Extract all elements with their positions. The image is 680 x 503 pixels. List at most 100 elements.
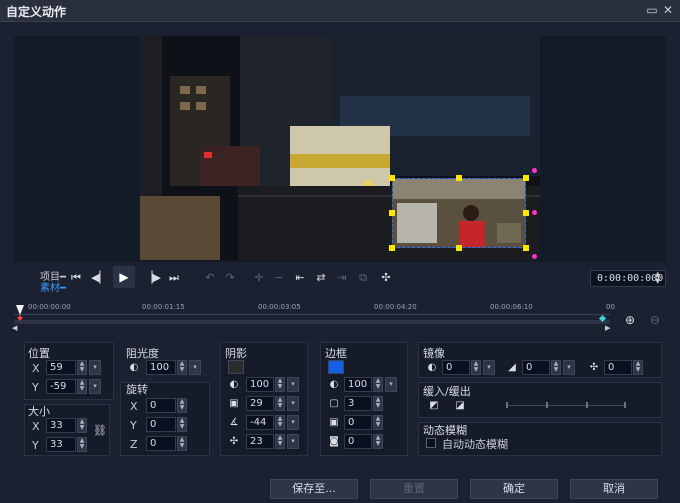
copy-keyframe-icon[interactable]: ⧉ [355, 270, 371, 286]
corner-point-tr[interactable] [532, 168, 537, 173]
border-value-2-input[interactable]: 0 [344, 434, 372, 449]
link-icon[interactable]: ⛓ [93, 424, 107, 437]
rotation-z-stepper[interactable]: ▲ ▼ [177, 436, 187, 451]
shadow-angle-dropdown[interactable]: ▾ [287, 415, 299, 430]
rotation-z-input[interactable]: 0 [146, 436, 176, 451]
move-keyframe-icon[interactable]: ✣ [378, 270, 394, 286]
mode-clip[interactable]: 素材━ [40, 279, 66, 294]
position-y-dropdown[interactable]: ▾ [89, 379, 101, 394]
ease-in-icon[interactable]: ◩ [428, 400, 440, 412]
ease-slider[interactable] [506, 405, 626, 406]
border-value-1-input[interactable]: 0 [344, 415, 372, 430]
resize-handle-b[interactable] [456, 245, 462, 251]
next-keyframe-icon[interactable]: ⇥ [334, 270, 350, 286]
opacity-stepper[interactable]: ▲ ▼ [177, 360, 187, 375]
position-x-input[interactable]: 59 [46, 360, 76, 375]
reverse-keyframes-icon[interactable]: ⇄ [313, 270, 329, 286]
shadow-blur-stepper[interactable]: ▲ ▼ [275, 396, 285, 411]
mirror-value-1-stepper[interactable]: ▲ ▼ [471, 360, 481, 375]
size-y-stepper[interactable]: ▲ ▼ [77, 437, 87, 452]
border-opacity-input[interactable]: 100 [344, 377, 372, 392]
reset-button[interactable]: 重置 [370, 479, 458, 499]
corner-point-r[interactable] [532, 210, 537, 215]
border-value-1-stepper[interactable]: ▲ ▼ [373, 415, 383, 430]
size-x-stepper[interactable]: ▲ ▼ [77, 418, 87, 433]
rotation-x-input[interactable]: 0 [146, 398, 176, 413]
zoom-in-icon[interactable]: ⊕ [625, 313, 635, 327]
resize-handle-tr[interactable] [523, 175, 529, 181]
opacity-input[interactable]: 100 [146, 360, 176, 375]
overlay-clip[interactable] [392, 178, 526, 248]
close-icon[interactable]: ✕ [661, 3, 675, 17]
cancel-button[interactable]: 取消 [570, 479, 658, 499]
border-width-icon: ▢ [329, 398, 339, 409]
resize-handle-bl[interactable] [389, 245, 395, 251]
ease-out-icon[interactable]: ◪ [454, 400, 466, 412]
previous-keyframe-icon[interactable]: ⇤ [292, 270, 308, 286]
opacity-icon: ◐ [129, 362, 139, 373]
size-x-input[interactable]: 33 [46, 418, 76, 433]
shadow-color-swatch[interactable] [228, 360, 244, 374]
add-keyframe-icon[interactable]: ✛ [251, 270, 267, 286]
position-x-dropdown[interactable]: ▾ [89, 360, 101, 375]
scroll-right-icon[interactable]: ▶ [605, 324, 610, 332]
border-opacity-stepper[interactable]: ▲ ▼ [373, 377, 383, 392]
resize-handle-br[interactable] [523, 245, 529, 251]
resize-handle-r[interactable] [523, 210, 529, 216]
mirror-value-1-input[interactable]: 0 [442, 360, 470, 375]
shadow-distance-dropdown[interactable]: ▾ [287, 434, 299, 449]
restore-icon[interactable]: ▭ [645, 3, 659, 17]
timecode-stepper[interactable]: ▲ ▼ [655, 271, 660, 285]
resize-handle-t[interactable] [456, 175, 462, 181]
ok-button[interactable]: 确定 [470, 479, 558, 499]
rotation-y-stepper[interactable]: ▲ ▼ [177, 417, 187, 432]
position-y-stepper[interactable]: ▲ ▼ [77, 379, 87, 394]
size-y-input[interactable]: 33 [46, 437, 76, 452]
shadow-opacity-dropdown[interactable]: ▾ [287, 377, 299, 392]
go-to-start-icon[interactable]: ⏮ [68, 270, 84, 286]
play-icon[interactable]: ▶ [113, 266, 135, 288]
zoom-out-icon[interactable]: ⊖ [650, 313, 660, 327]
resize-handle-tl[interactable] [389, 175, 395, 181]
opacity-dropdown[interactable]: ▾ [189, 360, 201, 375]
mirror-value-2-stepper[interactable]: ▲ ▼ [551, 360, 561, 375]
rotation-y-input[interactable]: 0 [146, 417, 176, 432]
shadow-blur-dropdown[interactable]: ▾ [287, 396, 299, 411]
next-frame-icon[interactable]: ▕▶ [144, 270, 161, 286]
auto-motion-blur-checkbox[interactable] [426, 438, 436, 448]
border-value-2-stepper[interactable]: ▲ ▼ [373, 434, 383, 449]
corner-point-br[interactable] [532, 254, 537, 259]
resize-handle-l[interactable] [389, 210, 395, 216]
border-opacity-dropdown[interactable]: ▾ [385, 377, 397, 392]
shadow-distance-stepper[interactable]: ▲ ▼ [275, 434, 285, 449]
mirror-value-1-dropdown[interactable]: ▾ [483, 360, 495, 375]
scroll-left-icon[interactable]: ◀ [12, 324, 17, 332]
border-width-stepper[interactable]: ▲ ▼ [373, 396, 383, 411]
prev-frame-icon[interactable]: ◀▏ [91, 270, 108, 286]
border-width-input[interactable]: 3 [344, 396, 372, 411]
mirror-value-3-stepper[interactable]: ▲ ▼ [633, 360, 643, 375]
position-y-input[interactable]: -59 [46, 379, 76, 394]
border-color-swatch[interactable] [328, 360, 344, 374]
redo-icon[interactable]: ↷ [222, 270, 238, 286]
mirror-value-3-input[interactable]: 0 [604, 360, 632, 375]
shadow-opacity-stepper[interactable]: ▲ ▼ [275, 377, 285, 392]
shadow-angle-input[interactable]: -44 [246, 415, 274, 430]
shadow-angle-stepper[interactable]: ▲ ▼ [275, 415, 285, 430]
mirror-value-2-dropdown[interactable]: ▾ [563, 360, 575, 375]
shadow-distance-input[interactable]: 23 [246, 434, 274, 449]
save-as-button[interactable]: 保存至... [270, 479, 358, 499]
rotation-x-stepper[interactable]: ▲ ▼ [177, 398, 187, 413]
shadow-blur-input[interactable]: 29 [246, 396, 274, 411]
timeline-ruler[interactable] [14, 314, 610, 315]
mode-clip-label: 素材 [40, 283, 60, 294]
undo-icon[interactable]: ↶ [202, 270, 218, 286]
shadow-opacity-input[interactable]: 100 [246, 377, 274, 392]
position-x-stepper[interactable]: ▲ ▼ [77, 360, 87, 375]
go-to-end-icon[interactable]: ⏭ [166, 270, 182, 286]
remove-keyframe-icon[interactable]: − [271, 270, 287, 286]
mirror-value-2-input[interactable]: 0 [522, 360, 550, 375]
keyframe-track[interactable] [14, 320, 610, 324]
border-title: 边框 [325, 347, 347, 360]
rotation-title: 旋转 [126, 383, 148, 396]
